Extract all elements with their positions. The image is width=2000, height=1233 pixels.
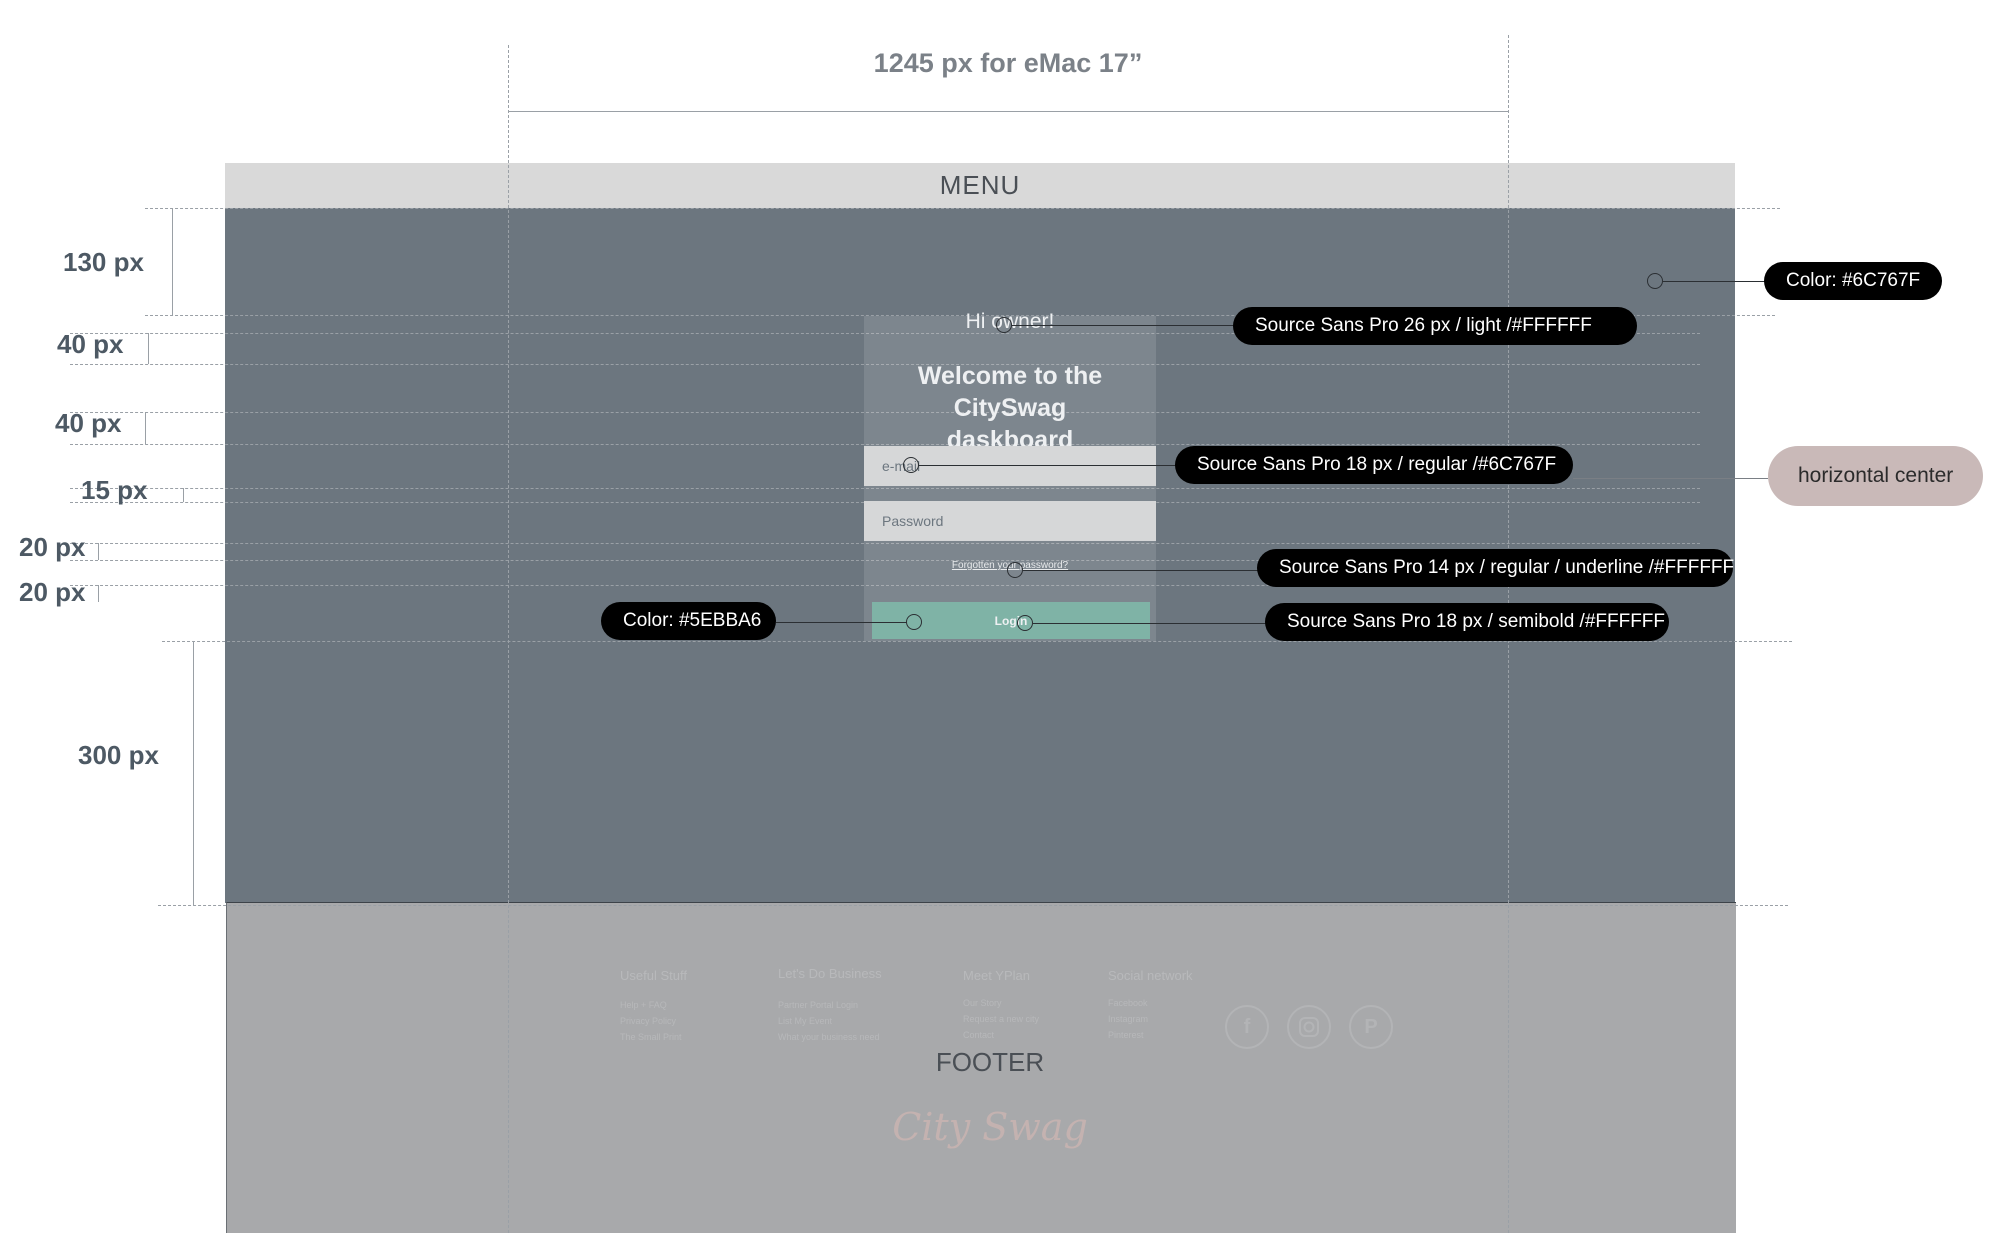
button-color-leader [776,622,907,623]
link-font-leader [1023,570,1258,571]
bg-color-leader [1663,281,1765,282]
bracket-15 [183,488,184,502]
facebook-icon[interactable]: f [1225,1005,1269,1049]
link-font-marker [1007,562,1023,578]
bracket-130 [172,208,173,315]
welcome-heading: Welcome to the CitySwag daskboard [864,360,1156,456]
cityswag-logo: City Swag [892,1105,1088,1149]
field-font-marker [903,457,919,473]
bg-color-marker [1647,273,1663,289]
footer-link[interactable]: Privacy Policy [620,1013,687,1029]
footer-label: FOOTER [935,1047,1045,1077]
bracket-20a [98,543,99,560]
button-font-callout: Source Sans Pro 18 px / semibold /#FFFFF… [1265,603,1669,641]
guide-hero-top [145,208,1780,209]
bracket-20b [98,585,99,602]
bracket-40a [148,333,149,364]
footer-link[interactable]: List My Event [778,1013,882,1029]
footer-col-title: Let's Do Business [778,966,882,981]
measure-40a: 40 px [57,329,124,359]
footer-col-title: Meet YPlan [963,968,1030,983]
instagram-icon[interactable] [1287,1005,1331,1049]
button-color-marker [906,614,922,630]
footer-link[interactable]: Partner Portal Login [778,997,882,1013]
left-content-guide [508,45,509,1233]
bg-color-callout: Color: #6C767F [1764,262,1943,300]
field-font-leader [919,465,1176,466]
measure-130: 130 px [63,247,144,277]
footer-col-title: Social network [1108,968,1193,983]
instagram-glyph [1299,1017,1319,1037]
button-font-leader [1033,623,1266,624]
footer-link[interactable]: Pinterest [1108,1027,1193,1043]
align-note-callout: horizontal center [1768,446,1984,506]
guide-hero-bottom [158,905,1788,906]
footer-col-meet: Meet YPlan Our Story Request a new city … [963,968,1039,1043]
footer-link[interactable]: Facebook [1108,995,1193,1011]
button-font-marker [1017,615,1033,631]
align-note-leader [1573,478,1768,479]
footer-col-social: Social network Facebook Instagram Pinter… [1108,968,1193,1043]
measure-300: 300 px [78,740,159,770]
field-font-callout: Source Sans Pro 18 px / regular /#6C767F [1175,446,1573,484]
footer-link[interactable]: Contact [963,1027,1039,1043]
welcome-line-1: Welcome to the CitySwag [917,362,1103,422]
footer-col-title: Useful Stuff [620,968,687,983]
footer-link[interactable]: The Small Print [620,1029,687,1045]
footer-col-useful: Useful Stuff Help + FAQ Privacy Policy T… [620,968,687,1045]
button-color-callout: Color: #5EBBA6 [601,602,776,640]
width-note: 1245 px for eMac 17” [873,48,1143,78]
guide-button-bottom [162,641,1792,642]
password-field[interactable] [864,501,1156,541]
greeting-font-leader [1012,325,1234,326]
footer-col-business: Let's Do Business Partner Portal Login L… [778,966,882,1045]
width-guide-line [508,111,1508,112]
footer-link[interactable]: Help + FAQ [620,997,687,1013]
footer-link[interactable]: What your business need [778,1029,882,1045]
measure-40b: 40 px [55,408,122,438]
bracket-300 [193,641,194,905]
footer-link[interactable]: Instagram [1108,1011,1193,1027]
pinterest-icon[interactable]: P [1349,1005,1393,1049]
measure-15: 15 px [81,475,148,505]
greeting-font-callout: Source Sans Pro 26 px / light /#FFFFFF [1233,307,1637,345]
footer-link[interactable]: Our Story [963,995,1039,1011]
measure-20a: 20 px [19,532,86,562]
measure-20b: 20 px [19,577,86,607]
bracket-40b [145,412,146,444]
footer-link[interactable]: Request a new city [963,1011,1039,1027]
link-font-callout: Source Sans Pro 14 px / regular / underl… [1257,549,1734,587]
greeting-font-marker [996,317,1012,333]
